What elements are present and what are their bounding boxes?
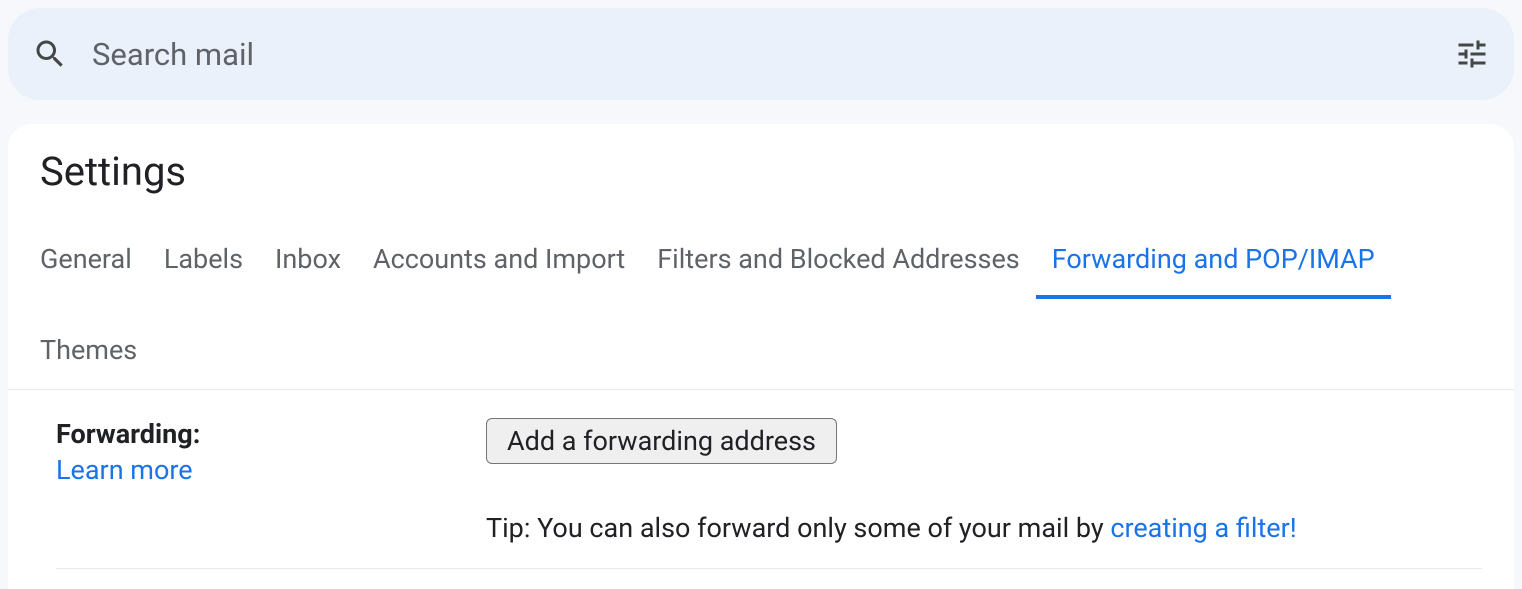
forwarding-section: Forwarding: Learn more Add a forwarding … bbox=[56, 418, 1482, 569]
page-title: Settings bbox=[8, 148, 1514, 195]
forwarding-tip: Tip: You can also forward only some of y… bbox=[486, 512, 1482, 544]
tab-labels[interactable]: Labels bbox=[148, 235, 259, 299]
tip-text-prefix: Tip: You can also forward only some of y… bbox=[486, 512, 1110, 544]
tab-filters[interactable]: Filters and Blocked Addresses bbox=[641, 235, 1036, 299]
add-forwarding-address-button[interactable]: Add a forwarding address bbox=[486, 418, 837, 464]
tab-general[interactable]: General bbox=[40, 235, 148, 299]
search-input[interactable] bbox=[92, 36, 1430, 73]
tab-inbox[interactable]: Inbox bbox=[259, 235, 357, 299]
settings-tabs: General Labels Inbox Accounts and Import… bbox=[8, 235, 1514, 390]
search-icon bbox=[32, 36, 68, 72]
tab-forwarding[interactable]: Forwarding and POP/IMAP bbox=[1036, 235, 1391, 299]
learn-more-link[interactable]: Learn more bbox=[56, 454, 486, 486]
settings-panel: Settings General Labels Inbox Accounts a… bbox=[8, 124, 1514, 589]
create-filter-link[interactable]: creating a filter! bbox=[1110, 512, 1296, 544]
tab-themes[interactable]: Themes bbox=[40, 326, 153, 390]
search-bar[interactable] bbox=[8, 8, 1514, 100]
forwarding-section-header: Forwarding: Learn more bbox=[56, 418, 486, 486]
settings-content: Forwarding: Learn more Add a forwarding … bbox=[8, 390, 1514, 589]
forwarding-label: Forwarding: bbox=[56, 418, 200, 450]
forwarding-section-body: Add a forwarding address Tip: You can al… bbox=[486, 418, 1482, 544]
tune-icon[interactable] bbox=[1454, 36, 1490, 72]
tab-accounts[interactable]: Accounts and Import bbox=[357, 235, 641, 299]
